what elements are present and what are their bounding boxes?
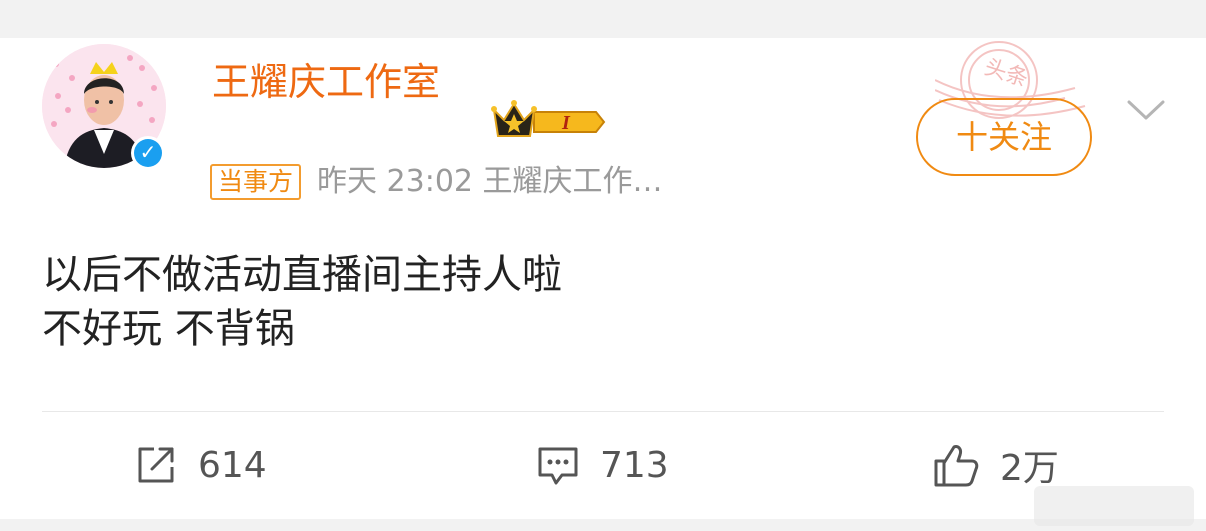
like-button[interactable]: 2万 [932, 440, 1059, 490]
party-tag: 当事方 [210, 164, 302, 200]
bottom-spacer [0, 519, 1206, 531]
crown-vip-icon[interactable]: I [490, 98, 606, 142]
follow-button[interactable]: 十关注 [916, 98, 1092, 176]
watermark [1034, 486, 1194, 526]
post-time-source: 昨天 23:02 王耀庆工作… [317, 164, 663, 199]
repost-button[interactable]: 614 [134, 440, 267, 490]
post-meta: 当事方 昨天 23:02 王耀庆工作… [210, 162, 663, 202]
divider [42, 411, 1164, 412]
like-icon [934, 445, 979, 487]
stamp-text: 头条 [981, 55, 1031, 92]
comment-icon [538, 447, 578, 485]
repost-count: 614 [198, 444, 267, 486]
author-name[interactable]: 王耀庆工作室 [212, 58, 440, 106]
repost-icon [138, 447, 174, 483]
vip-level-text: I [561, 112, 571, 134]
top-spacer [0, 0, 1206, 38]
verified-badge: ✓ [131, 136, 165, 170]
chevron-down-icon[interactable] [1125, 96, 1167, 126]
post-body: 以后不做活动直播间主持人啦 不好玩 不背锅 [42, 252, 562, 352]
like-count: 2万 [1000, 448, 1059, 489]
comment-count: 713 [600, 444, 669, 486]
verified-icon: ✓ [134, 139, 162, 167]
comment-button[interactable]: 713 [536, 440, 669, 490]
